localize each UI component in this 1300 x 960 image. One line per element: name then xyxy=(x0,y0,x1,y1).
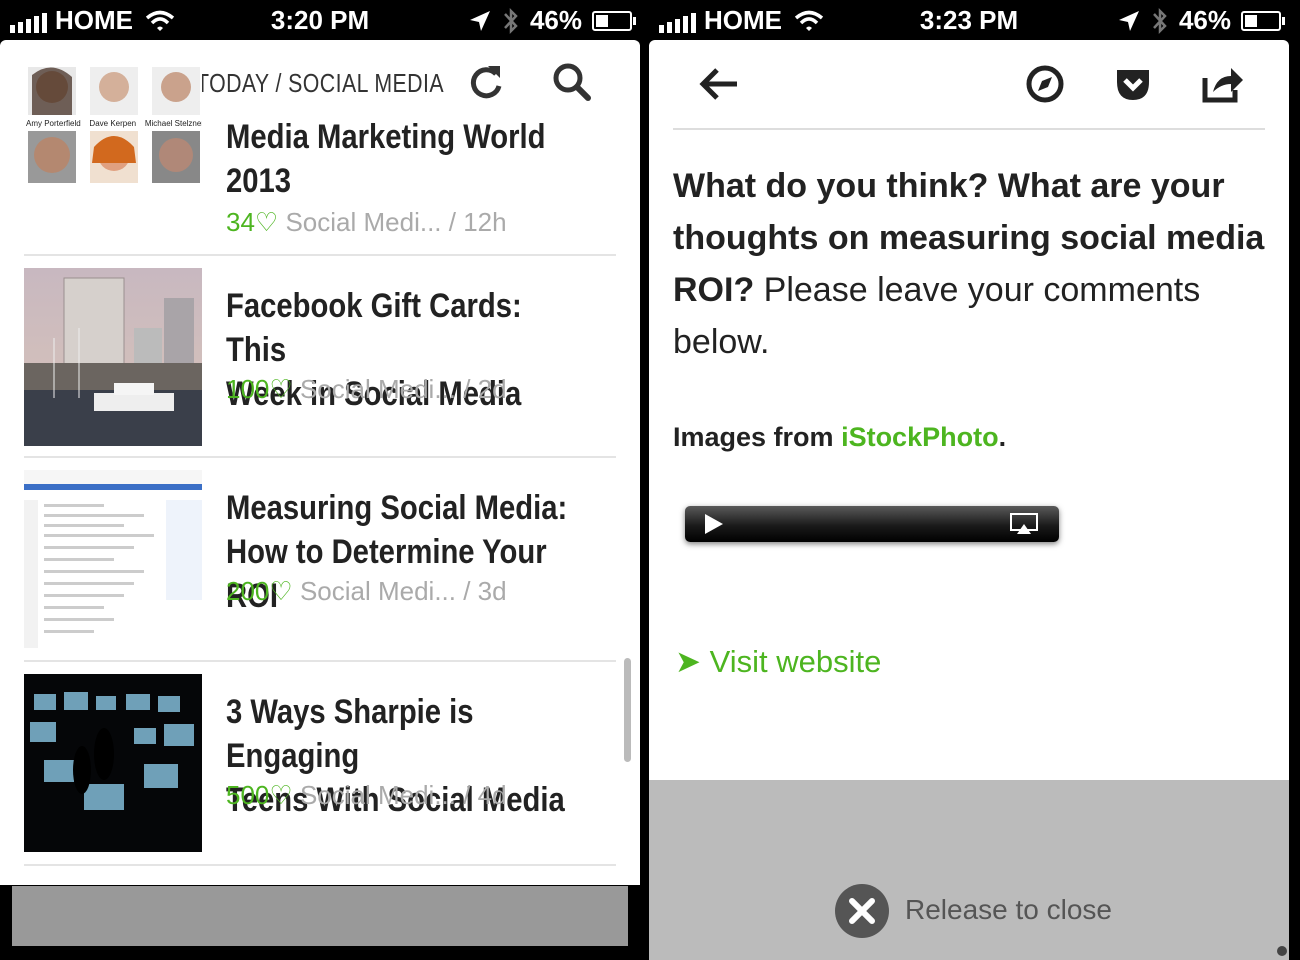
visit-website-link[interactable]: ➤ Visit website xyxy=(675,644,881,680)
release-to-close-area[interactable]: Release to close xyxy=(649,780,1289,960)
left-phone: HOME 3:20 PM 46% TODAY / SOCIAL MEDIA Am… xyxy=(0,0,640,960)
list-item[interactable]: 3 Ways Sharpie is Engaging Teens With So… xyxy=(24,662,616,866)
divider xyxy=(673,128,1265,130)
thumbnail-image xyxy=(24,470,202,648)
battery-percent: 46% xyxy=(529,5,582,35)
bottom-panel xyxy=(12,886,628,946)
item-meta: 34♡ Social Medi... / 12h xyxy=(226,207,507,238)
thumbnail-image xyxy=(24,268,202,446)
share-icon[interactable] xyxy=(1201,62,1245,104)
heart-icon: ♡ xyxy=(269,576,293,606)
list-item[interactable]: Facebook Gift Cards: This Week in Social… xyxy=(24,256,616,458)
airplay-icon[interactable] xyxy=(1009,512,1039,536)
refresh-icon[interactable] xyxy=(466,62,506,102)
play-icon[interactable] xyxy=(705,514,723,534)
article-feed: Amy Porterfield Dave Kerpen Michael Stel… xyxy=(24,67,616,866)
item-meta: 100♡ Social Medi... / 2d xyxy=(226,374,507,405)
heart-icon: ♡ xyxy=(254,207,279,237)
location-icon xyxy=(1118,10,1139,31)
credit-link[interactable]: iStockPhoto xyxy=(841,422,999,452)
battery-percent: 46% xyxy=(1178,5,1231,35)
like-count: 500 xyxy=(226,780,270,810)
pocket-icon[interactable] xyxy=(1113,64,1153,104)
media-player[interactable] xyxy=(685,506,1059,542)
like-count: 34 xyxy=(226,207,255,237)
release-label: Release to close xyxy=(905,894,1113,925)
list-item[interactable]: Measuring Social Media: How to Determine… xyxy=(24,458,616,662)
search-icon[interactable] xyxy=(552,62,592,102)
indicator-dot xyxy=(1277,946,1287,956)
status-bar: HOME 3:23 PM 46% xyxy=(649,0,1289,40)
close-icon[interactable] xyxy=(835,884,889,938)
like-count: 200 xyxy=(226,576,270,606)
thumbnail-image xyxy=(24,674,202,852)
heart-icon: ♡ xyxy=(269,374,293,404)
battery-charging-icon xyxy=(1241,10,1285,31)
like-count: 100 xyxy=(226,374,270,404)
bluetooth-icon xyxy=(1153,7,1167,34)
article-screen: What do you think? What are your thought… xyxy=(649,40,1289,780)
item-meta: 500♡ Social Medi... / 4d xyxy=(226,780,507,811)
thumbnail-caption: Amy Porterfield Dave Kerpen Michael Stel… xyxy=(26,119,202,128)
source-time: Social Medi... / 2d xyxy=(299,374,507,404)
source-time: Social Medi... / 4d xyxy=(299,780,507,810)
status-bar: HOME 3:20 PM 46% xyxy=(0,0,640,40)
source-time: Social Medi... / 12h xyxy=(285,207,507,237)
feed-screen: TODAY / SOCIAL MEDIA Amy Porterfield Dav… xyxy=(0,40,640,885)
back-arrow-icon[interactable] xyxy=(697,64,741,104)
item-title: Media Marketing World 2013 xyxy=(226,118,546,200)
article-body: What do you think? What are your thought… xyxy=(673,160,1273,368)
source-time: Social Medi... / 3d xyxy=(299,576,507,606)
heart-icon: ♡ xyxy=(269,780,293,810)
bluetooth-icon xyxy=(504,7,518,34)
right-phone: HOME 3:23 PM 46% What do you think? What… xyxy=(649,0,1289,960)
compass-icon[interactable] xyxy=(1025,64,1065,104)
item-meta: 200♡ Social Medi... / 3d xyxy=(226,576,507,607)
location-icon xyxy=(469,10,490,31)
arrow-right-icon: ➤ xyxy=(675,644,701,679)
battery-icon xyxy=(592,10,636,31)
scrollbar[interactable] xyxy=(624,658,631,762)
list-item[interactable]: Amy Porterfield Dave Kerpen Michael Stel… xyxy=(24,67,616,256)
thumbnail-image: Amy Porterfield Dave Kerpen Michael Stel… xyxy=(24,67,202,245)
image-credit: Images from iStockPhoto. xyxy=(673,422,1007,452)
